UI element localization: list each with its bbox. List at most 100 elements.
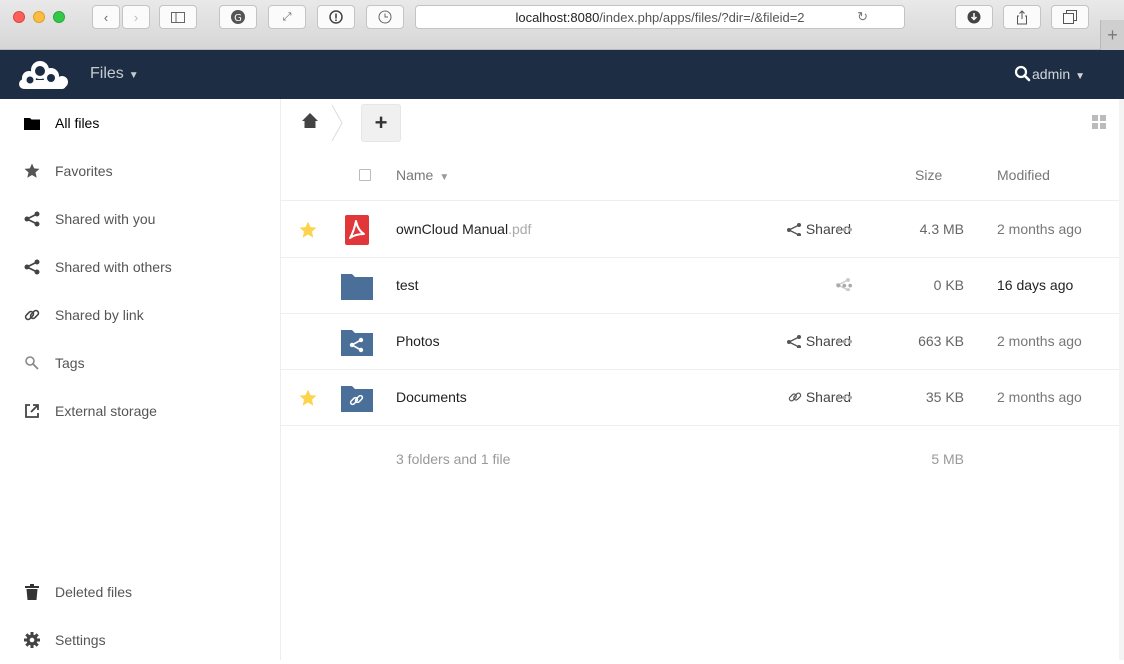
sidebar-item-label: Tags bbox=[55, 355, 85, 371]
more-actions-button[interactable]: ••• bbox=[836, 277, 854, 293]
table-row[interactable]: test ••• 0 KB 16 days ago bbox=[281, 258, 1124, 314]
new-button[interactable]: + bbox=[361, 104, 401, 142]
chevron-left-icon: ‹ bbox=[103, 9, 109, 25]
sidebar-item-all-files[interactable]: All files bbox=[0, 99, 281, 147]
plus-icon: + bbox=[374, 110, 388, 135]
sidebar-item-favorites[interactable]: Favorites bbox=[0, 147, 281, 195]
table-row[interactable]: Photos Shared ••• 663 KB 2 months ago bbox=[281, 314, 1124, 370]
back-button[interactable]: ‹ bbox=[92, 5, 120, 29]
controls-bar: + bbox=[281, 99, 1124, 147]
extension-button[interactable]: G bbox=[219, 5, 257, 29]
sidebar-item-label: Settings bbox=[55, 632, 106, 648]
tabs-icon bbox=[1063, 10, 1077, 24]
shared-folder-icon bbox=[341, 330, 373, 356]
address-bar[interactable]: localhost:8080/index.php/apps/files/?dir… bbox=[415, 5, 905, 29]
sidebar-item-tags[interactable]: Tags bbox=[0, 339, 281, 387]
select-all-checkbox[interactable] bbox=[359, 169, 371, 181]
owncloud-logo[interactable] bbox=[16, 58, 76, 92]
sidebar-toggle-button[interactable] bbox=[159, 5, 197, 29]
share-icon bbox=[786, 335, 801, 348]
sidebar-item-shared-by-link[interactable]: Shared by link bbox=[0, 291, 281, 339]
new-tab-button[interactable]: + bbox=[1100, 20, 1124, 50]
file-name[interactable]: ownCloud Manual.pdf bbox=[396, 221, 531, 237]
summary-text: 3 folders and 1 file bbox=[396, 451, 511, 467]
favorite-star-icon[interactable] bbox=[299, 221, 317, 239]
file-size: 4.3 MB bbox=[919, 221, 964, 237]
more-actions-button[interactable]: ••• bbox=[836, 221, 854, 237]
link-icon bbox=[788, 392, 802, 402]
star-icon bbox=[24, 163, 40, 179]
file-name[interactable]: Documents bbox=[396, 389, 467, 405]
reload-icon[interactable]: ↻ bbox=[857, 9, 868, 25]
more-actions-button[interactable]: ••• bbox=[836, 389, 854, 405]
zoom-window-button[interactable] bbox=[53, 11, 65, 23]
sidebar-item-label: Shared with you bbox=[55, 211, 156, 227]
fullscreen-button[interactable]: ⤢ bbox=[268, 5, 306, 29]
table-row[interactable]: Documents Shared ••• 35 KB 2 months ago bbox=[281, 370, 1124, 426]
file-name[interactable]: test bbox=[396, 277, 419, 293]
share-button[interactable]: Shared bbox=[731, 333, 851, 349]
file-basename: ownCloud Manual bbox=[396, 221, 509, 237]
minimize-window-button[interactable] bbox=[33, 11, 45, 23]
tabs-overview-button[interactable] bbox=[1051, 5, 1089, 29]
file-basename: test bbox=[396, 277, 419, 293]
link-icon bbox=[24, 307, 40, 323]
privacy-button[interactable] bbox=[317, 5, 355, 29]
column-size-header[interactable]: Size bbox=[915, 167, 942, 183]
file-basename: Photos bbox=[396, 333, 440, 349]
extension-g-icon: G bbox=[231, 10, 245, 24]
sidebar-item-shared-with-others[interactable]: Shared with others bbox=[0, 243, 281, 291]
user-menu[interactable]: admin ▼ bbox=[1032, 66, 1085, 82]
search-icon[interactable] bbox=[1014, 65, 1032, 83]
share-button[interactable]: Shared bbox=[731, 389, 851, 405]
caret-down-icon: ▼ bbox=[439, 172, 450, 183]
app-menu[interactable]: Files ▼ bbox=[90, 65, 139, 83]
caret-down-icon: ▼ bbox=[1075, 71, 1086, 82]
share-upload-icon bbox=[1017, 9, 1027, 24]
file-modified: 2 months ago bbox=[997, 333, 1082, 349]
sidebar-item-deleted-files[interactable]: Deleted files bbox=[0, 568, 281, 616]
expand-icon: ⤢ bbox=[282, 10, 292, 23]
folder-icon bbox=[341, 274, 373, 300]
sidebar-item-settings[interactable]: Settings bbox=[0, 616, 281, 664]
summary-size: 5 MB bbox=[931, 451, 964, 467]
share-button[interactable] bbox=[731, 277, 851, 291]
table-row[interactable]: ownCloud Manual.pdf Shared ••• 4.3 MB 2 … bbox=[281, 202, 1124, 258]
url-host: localhost:8080 bbox=[515, 9, 600, 25]
app-content: + Name ▼ Size Modified ownCloud Manual.pd… bbox=[281, 99, 1124, 660]
url-path: /index.php/apps/files/?dir=/&fileid=2 bbox=[599, 9, 805, 25]
share-icon bbox=[786, 223, 801, 236]
gear-icon bbox=[24, 632, 40, 648]
share-icon bbox=[24, 211, 40, 227]
browser-toolbar: ‹ › G ⤢ localhost:8080/index.php/apps/fi… bbox=[0, 0, 1124, 50]
downloads-button[interactable] bbox=[955, 5, 993, 29]
share-page-button[interactable] bbox=[1003, 5, 1041, 29]
close-window-button[interactable] bbox=[13, 11, 25, 23]
info-icon bbox=[329, 10, 343, 24]
file-size: 35 KB bbox=[925, 389, 964, 405]
history-button[interactable] bbox=[366, 5, 404, 29]
sidebar-item-label: All files bbox=[55, 115, 100, 131]
column-modified-header[interactable]: Modified bbox=[997, 167, 1050, 183]
pdf-file-icon bbox=[345, 215, 369, 245]
forward-button[interactable]: › bbox=[122, 5, 150, 29]
scrollbar[interactable] bbox=[1119, 99, 1124, 660]
table-summary: 3 folders and 1 file 5 MB bbox=[281, 428, 1124, 478]
file-modified: 2 months ago bbox=[997, 221, 1082, 237]
favorite-star-icon[interactable] bbox=[299, 389, 317, 407]
column-name-header[interactable]: Name ▼ bbox=[396, 167, 449, 183]
sidebar-item-shared-with-you[interactable]: Shared with you bbox=[0, 195, 281, 243]
column-name-label: Name bbox=[396, 167, 434, 183]
app-menu-label: Files bbox=[90, 65, 124, 82]
plus-icon: + bbox=[1107, 24, 1118, 45]
home-icon[interactable] bbox=[301, 112, 319, 130]
tag-search-icon bbox=[24, 355, 40, 371]
grid-view-icon[interactable] bbox=[1092, 115, 1106, 129]
sidebar-icon bbox=[171, 11, 185, 23]
sidebar-item-external-storage[interactable]: External storage bbox=[0, 387, 281, 435]
more-actions-button[interactable]: ••• bbox=[836, 333, 854, 349]
share-button[interactable]: Shared bbox=[731, 221, 851, 237]
file-modified: 2 months ago bbox=[997, 389, 1082, 405]
file-name[interactable]: Photos bbox=[396, 333, 440, 349]
share-icon bbox=[24, 259, 40, 275]
